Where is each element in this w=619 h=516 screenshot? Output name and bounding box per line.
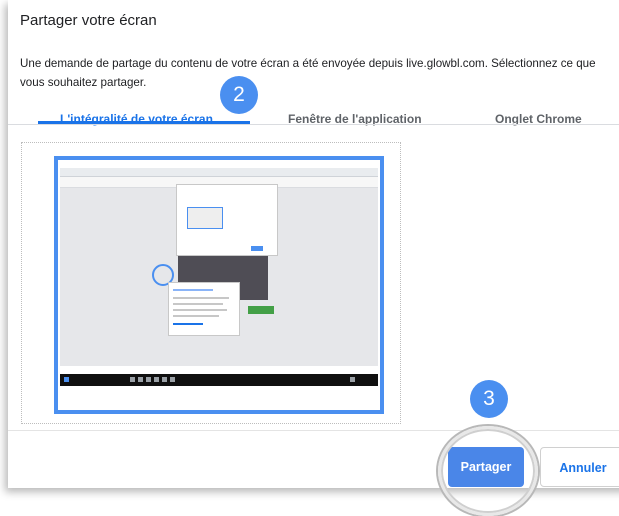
screen-thumbnail-selected[interactable]	[54, 156, 384, 414]
dialog-title: Partager votre écran	[20, 12, 157, 29]
source-grid	[21, 140, 617, 426]
screen-thumbnail-icon	[60, 168, 378, 386]
tabs-divider	[8, 124, 619, 125]
cancel-button[interactable]: Annuler	[540, 447, 619, 487]
screen-source-cell[interactable]	[21, 142, 401, 424]
step-badge-2: 2	[220, 76, 258, 114]
footer-divider	[8, 430, 619, 431]
dialog-description: Une demande de partage du contenu de vot…	[20, 57, 596, 89]
share-screen-dialog: Partager votre écran Une demande de part…	[8, 0, 619, 488]
empty-source-cell	[407, 142, 617, 422]
step-badge-3: 3	[470, 380, 508, 418]
share-button[interactable]: Partager	[448, 447, 524, 487]
